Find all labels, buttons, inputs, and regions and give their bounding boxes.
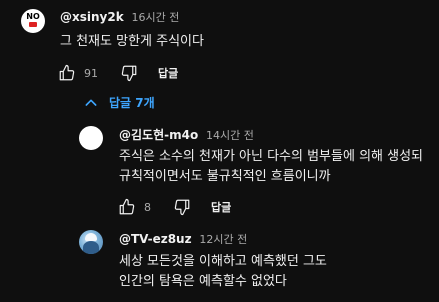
thumbs-down-icon[interactable] <box>173 198 191 216</box>
thumbs-up-icon[interactable] <box>58 64 76 82</box>
reply-author[interactable]: @TV-ez8uz <box>119 232 192 246</box>
avatar[interactable] <box>79 230 103 254</box>
avatar[interactable]: NO <box>21 9 45 33</box>
comment-header: @xsiny2k 16시간 전 <box>60 9 179 25</box>
comment-time[interactable]: 16시간 전 <box>132 11 180 24</box>
replies-toggle-button[interactable]: 답글 7개 <box>83 94 155 111</box>
reply-button[interactable]: 답글 <box>158 65 178 81</box>
like-count: 91 <box>84 66 98 80</box>
avatar[interactable] <box>79 126 103 150</box>
reply-actions: 8 답글 <box>118 197 231 217</box>
replies-toggle-label: 답글 7개 <box>109 96 155 110</box>
like-count: 8 <box>144 200 151 214</box>
reply-time[interactable]: 14시간 전 <box>206 129 254 142</box>
reply-header: @김도현-m4o 14시간 전 <box>119 126 254 143</box>
reply-header: @TV-ez8uz 12시간 전 <box>119 231 247 247</box>
reply-text-line-1: 주식은 소수의 천재가 아닌 다수의 범부들에 의해 생성되 <box>119 149 424 164</box>
thumbs-down-icon[interactable] <box>120 64 138 82</box>
reply-button[interactable]: 답글 <box>211 199 231 215</box>
reply-author[interactable]: @김도현-m4o <box>119 128 198 142</box>
comment-author[interactable]: @xsiny2k <box>60 10 124 24</box>
chevron-up-icon <box>83 95 99 111</box>
comment-actions: 91 답글 <box>58 63 178 83</box>
reply-time[interactable]: 12시간 전 <box>199 233 247 246</box>
reply-text-line-2: 인간의 탐욕은 예측할수 없었다 <box>119 274 287 289</box>
reply-text-line-2: 규칙적이면서도 불규칙적인 흐름이니까 <box>119 169 331 184</box>
comment-text: 그 천재도 망한게 주식이다 <box>60 34 204 49</box>
comment-thread: NO @xsiny2k 16시간 전 그 천재도 망한게 주식이다 91 답글 … <box>0 0 439 302</box>
thumbs-up-icon[interactable] <box>118 198 136 216</box>
reply-text-line-1: 세상 모든것을 이해하고 예측했던 그도 <box>119 254 327 269</box>
